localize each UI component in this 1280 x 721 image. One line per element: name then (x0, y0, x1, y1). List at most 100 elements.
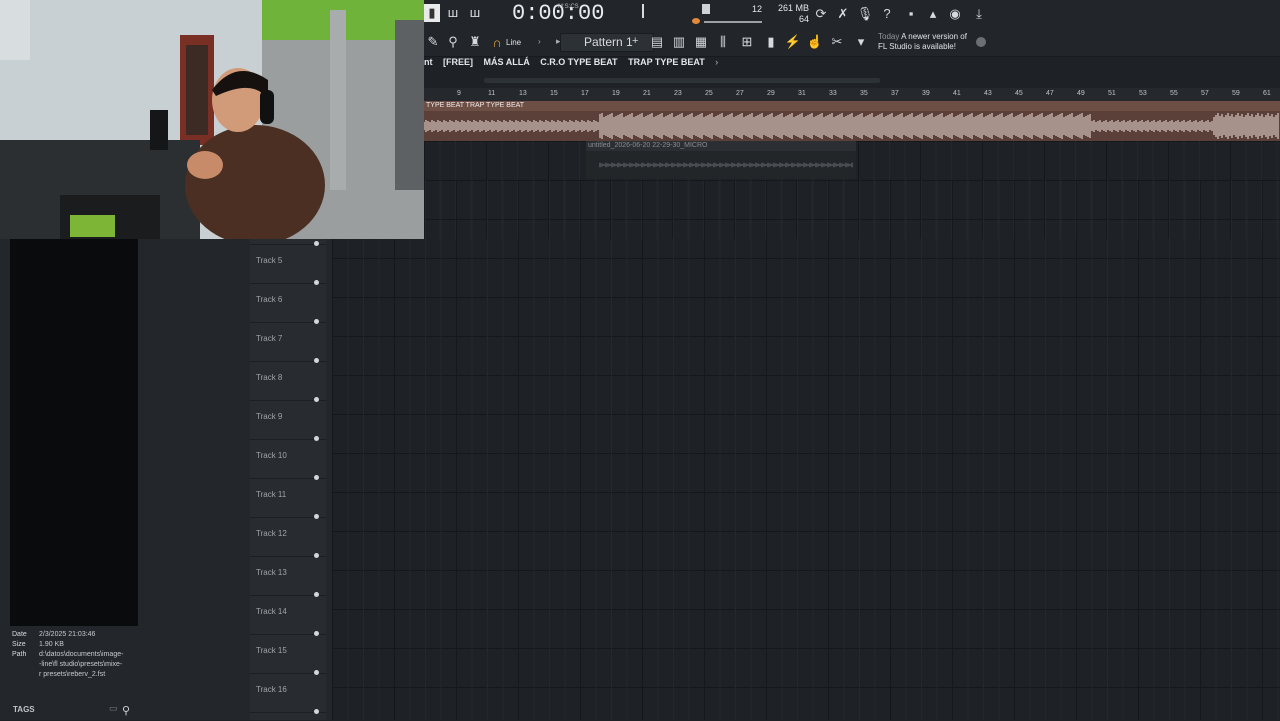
save-icon[interactable]: ▪ (902, 5, 920, 23)
track-led[interactable] (314, 358, 319, 363)
news-line2: FL Studio is available! (878, 42, 956, 51)
track-led[interactable] (314, 475, 319, 480)
playlist-grid[interactable] (332, 180, 1280, 720)
touch-controller-icon[interactable]: ☝ (806, 33, 824, 51)
chat-icon[interactable]: ◉ (946, 5, 964, 23)
playlist-icon[interactable]: ▤ (648, 33, 666, 51)
channel-rack-icon[interactable]: ▦ (692, 33, 710, 51)
ruler-tick: 61 (1263, 90, 1271, 97)
metronome-icon[interactable]: ⟳ (812, 5, 830, 23)
recording-clip-label: untitled_2026-06-20 22-29-30_MICRO (588, 142, 708, 149)
cpu-meter: 12 (752, 4, 763, 14)
track-name: Track 11 (256, 490, 287, 499)
wait-for-input-icon[interactable]: ✗ (834, 5, 852, 23)
recording-clip[interactable] (586, 151, 856, 179)
pattern-song-toggle[interactable]: ▮ (424, 4, 440, 22)
track-led[interactable] (314, 709, 319, 714)
snap-dropdown-arrow[interactable]: › (538, 37, 541, 46)
playlist-breadcrumb: nt [FREE] MÁS ALLÁ C.R.O TYPE BEAT TRAP … (424, 57, 1280, 72)
ruler-tick: 23 (674, 90, 682, 97)
path-line: r presets\reberv_2.fst (39, 671, 106, 678)
track-name: Track 8 (256, 373, 283, 382)
breadcrumb-item[interactable]: MÁS ALLÁ (484, 57, 530, 67)
breadcrumb-item[interactable]: [FREE] (443, 57, 473, 67)
track-header[interactable]: Track 15 (250, 631, 326, 673)
audio-clip[interactable] (424, 111, 1280, 141)
track-led[interactable] (314, 241, 319, 246)
blend-notes-icon[interactable]: ш (466, 4, 484, 22)
horizontal-scrollbar[interactable] (484, 78, 880, 83)
breadcrumb-item[interactable]: C.R.O TYPE BEAT (540, 57, 617, 67)
download-icon[interactable]: ⤓ (970, 5, 988, 23)
timeline-ruler[interactable]: 9 11 13 15 17 19 21 23 25 27 29 31 33 35 37 39 41 43 45 47 4… (424, 88, 1280, 101)
audio-clip-header[interactable]: TYPE BEAT TRAP TYPE BEAT (424, 101, 1280, 111)
browser-preview-area (10, 239, 138, 626)
ruler-tick: 13 (519, 90, 527, 97)
master-volume-slider[interactable] (702, 4, 710, 14)
shop-icon[interactable]: ▾ (852, 33, 870, 51)
breadcrumb-item[interactable]: TRAP TYPE BEAT (628, 57, 705, 67)
link-icon[interactable]: ⚲ (444, 33, 462, 51)
ruler-tick: 43 (984, 90, 992, 97)
track-led[interactable] (314, 631, 319, 636)
track-led[interactable] (314, 670, 319, 675)
stamp-icon[interactable]: ♜ (466, 33, 484, 51)
track-header[interactable]: Track 8 (250, 358, 326, 400)
track-header[interactable]: Track 11 (250, 475, 326, 517)
master-pitch-knob[interactable] (692, 18, 700, 24)
news-panel[interactable]: Today A newer version of FL Studio is av… (878, 32, 967, 52)
track-header[interactable]: Track 10 (250, 436, 326, 478)
track-header[interactable]: Track 16 (250, 670, 326, 712)
master-pitch-slider[interactable] (704, 21, 762, 23)
piano-roll-icon[interactable]: ▥ (670, 33, 688, 51)
export-icon[interactable]: ▴ (924, 5, 942, 23)
ruler-tick: 25 (705, 90, 713, 97)
tags-label[interactable]: TAGS (13, 705, 35, 714)
snap-label[interactable]: Line (506, 38, 521, 47)
browser-icon[interactable]: ⊞ (738, 33, 756, 51)
tempo-marker (642, 4, 644, 18)
draw-tool-icon[interactable]: ✎ (424, 33, 442, 51)
plugin-icon[interactable]: ⚡ (784, 33, 802, 51)
ruler-tick: 15 (550, 90, 558, 97)
memory-value: 261 MB (778, 3, 810, 13)
track-header[interactable]: Track 12 (250, 514, 326, 556)
track-led[interactable] (314, 436, 319, 441)
project-notes-icon[interactable]: ▮ (762, 33, 780, 51)
track-header[interactable]: Track 13 (250, 553, 326, 595)
ruler-tick: 9 (457, 90, 461, 97)
track-led[interactable] (314, 553, 319, 558)
track-led[interactable] (314, 514, 319, 519)
ruler-tick: 19 (612, 90, 620, 97)
add-pattern-button[interactable]: + (632, 35, 638, 47)
globe-icon[interactable] (976, 37, 986, 47)
track-header[interactable]: Track 5 (250, 241, 326, 283)
ruler-tick: 53 (1139, 90, 1147, 97)
track-header[interactable]: Track 14 (250, 592, 326, 634)
track-header[interactable]: Track 7 (250, 319, 326, 361)
audio-clip-label: TYPE BEAT TRAP TYPE BEAT (426, 102, 525, 109)
ruler-tick: 51 (1108, 90, 1116, 97)
track-name: Track 10 (256, 451, 287, 460)
folder-icon[interactable]: ▭ (109, 703, 118, 714)
track-header[interactable]: Track 9 (250, 397, 326, 439)
ruler-tick: 37 (891, 90, 899, 97)
date-value: 2/3/2025 21:03:46 (39, 631, 96, 638)
step-edit-icon[interactable]: ш (444, 4, 462, 22)
breadcrumb-item[interactable]: nt (424, 57, 433, 67)
track-led[interactable] (314, 280, 319, 285)
main-toolbar: ▮ ш ш 0:00:00 M:S:CS 12 261 MB 64 ⟳ ✗ 🎙 … (424, 0, 1280, 57)
mixer-icon[interactable]: ⫼ (714, 33, 732, 51)
track-header[interactable]: Track 6 (250, 280, 326, 322)
help-icon[interactable]: ? (878, 5, 896, 23)
record-mic-icon[interactable]: 🎙 (856, 5, 874, 23)
recording-clip-header[interactable]: untitled_2026-06-20 22-29-30_MICRO (586, 141, 856, 151)
track-name: Track 15 (256, 646, 287, 655)
tools-icon[interactable]: ✂ (828, 33, 846, 51)
track-led[interactable] (314, 319, 319, 324)
search-icon[interactable]: ⚲ (122, 704, 130, 717)
track-led[interactable] (314, 592, 319, 597)
track-led[interactable] (314, 397, 319, 402)
magnet-icon[interactable]: ∩ (488, 34, 506, 52)
webcam-image (0, 0, 424, 239)
